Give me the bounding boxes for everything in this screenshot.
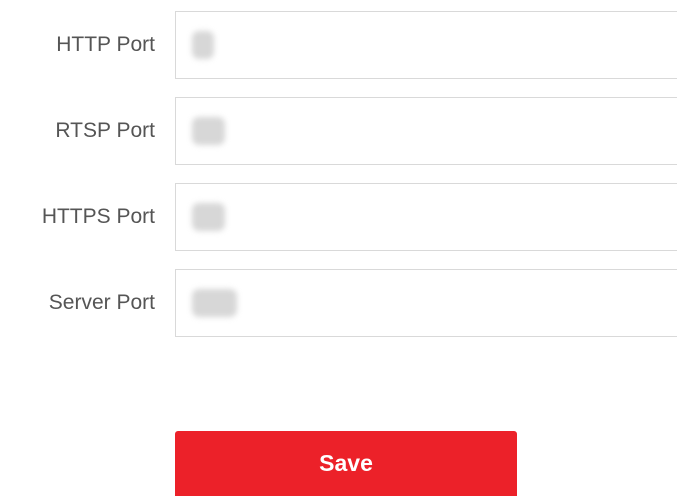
http-port-input[interactable]: 80 [175,11,677,79]
https-port-label: HTTPS Port [41,205,155,228]
rtsp-port-row: RTSP Port 554 [0,97,677,165]
server-port-value: 8000 [192,289,237,317]
server-port-label: Server Port [48,291,155,314]
server-port-input[interactable]: 8000 [175,269,677,337]
server-port-row: Server Port 8000 [0,269,677,337]
save-button[interactable]: Save [175,431,517,496]
rtsp-port-input[interactable]: 554 [175,97,677,165]
https-port-value: 443 [192,203,226,231]
rtsp-port-value: 554 [192,117,226,145]
https-port-row: HTTPS Port 443 [0,183,677,251]
https-port-input[interactable]: 443 [175,183,677,251]
http-port-label: HTTP Port [56,33,155,56]
http-port-row: HTTP Port 80 [0,11,677,79]
http-port-value: 80 [192,31,215,59]
rtsp-port-label: RTSP Port [55,119,155,142]
